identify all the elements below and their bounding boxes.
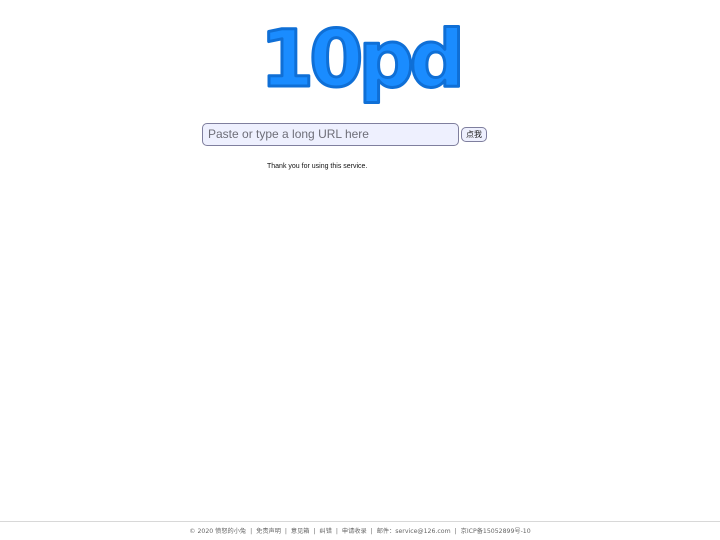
footer-link-disclaimer[interactable]: 免责声明: [256, 528, 281, 535]
footer-separator: |: [454, 528, 457, 535]
thank-you-message: Thank you for using this service.: [267, 163, 368, 170]
footer-separator: |: [370, 528, 373, 535]
page: 10pd 点我 Thank you for using this service…: [0, 0, 720, 540]
footer-separator: |: [284, 528, 287, 535]
logo-graphic: 10pd: [260, 14, 460, 107]
footer-email-link[interactable]: service@126.com: [395, 528, 450, 535]
footer-separator: |: [250, 528, 253, 535]
footer-link-feedback[interactable]: 意见箱: [291, 528, 310, 535]
footer-link-apply-listing[interactable]: 申请收录: [342, 528, 367, 535]
footer-copyright: © 2020 愤怒的小兔: [189, 528, 247, 535]
footer: © 2020 愤怒的小兔 | 免责声明 | 意见箱 | 纠错 | 申请收录 | …: [0, 521, 720, 535]
site-logo[interactable]: 10pd: [0, 14, 720, 114]
footer-icp-link[interactable]: 京ICP备15052899号-10: [461, 528, 531, 535]
footer-separator: |: [335, 528, 338, 535]
footer-email-label: 邮件：: [376, 528, 396, 535]
shorten-form: 点我: [202, 122, 487, 146]
logo-text: 10pd: [260, 15, 460, 105]
url-input[interactable]: [202, 122, 459, 146]
footer-link-report-error[interactable]: 纠错: [320, 528, 332, 535]
footer-separator: |: [313, 528, 316, 535]
submit-button[interactable]: 点我: [461, 126, 487, 142]
